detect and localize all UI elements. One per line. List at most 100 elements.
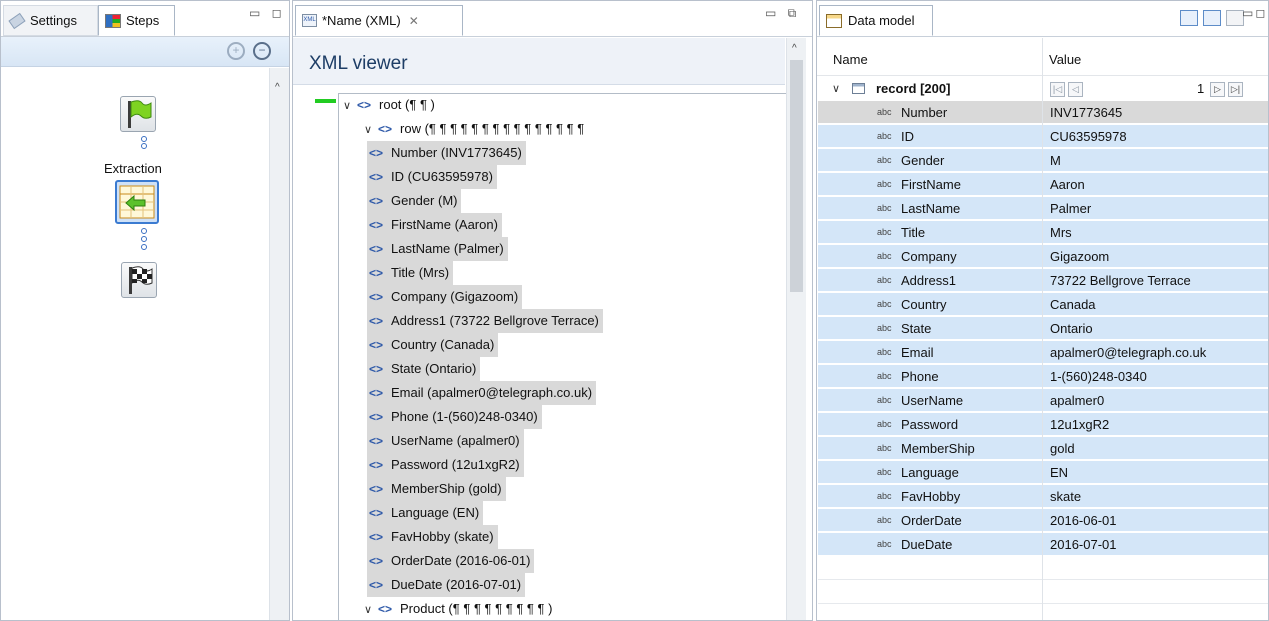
column-header-name[interactable]: Name — [833, 52, 868, 67]
close-icon[interactable]: ✕ — [409, 14, 419, 28]
last-record-icon[interactable]: ▷| — [1228, 82, 1243, 97]
field-row[interactable]: abc Company Gigazoom — [818, 245, 1268, 268]
tab-data-model[interactable]: Data model — [819, 5, 933, 36]
field-row[interactable]: abc DueDate 2016-07-01 — [818, 533, 1268, 556]
xml-tree-node[interactable]: <> Language (EN) — [367, 501, 484, 525]
xml-element-icon: <> — [369, 338, 384, 352]
xml-element-icon: <> — [369, 506, 384, 520]
chevron-down-icon[interactable]: ∨ — [343, 95, 357, 118]
next-record-icon[interactable]: ▷ — [1210, 82, 1225, 97]
xml-tree-node[interactable]: ∨ <> Product (¶ ¶ ¶ ¶ ¶ ¶ ¶ ¶ ¶ ) — [364, 597, 552, 620]
scroll-up-icon[interactable]: ^ — [275, 82, 280, 93]
scroll-thumb[interactable] — [790, 60, 803, 292]
xml-tree-node[interactable]: <> FirstName (Aaron) — [367, 213, 502, 237]
step-end[interactable] — [121, 262, 157, 298]
column-header-value[interactable]: Value — [1049, 52, 1081, 67]
xml-element-icon: <> — [369, 218, 384, 232]
field-row[interactable]: abc Address1 73722 Bellgrove Terrace — [818, 269, 1268, 292]
chevron-down-icon[interactable]: ∨ — [364, 119, 378, 142]
field-row[interactable]: abc Gender M — [818, 149, 1268, 172]
record-row[interactable]: ∨ record [200] |◁ ◁ 1 ▷ ▷| — [818, 77, 1268, 101]
string-type-icon: abc — [877, 131, 892, 141]
field-value: 2016-06-01 — [1050, 513, 1117, 528]
xml-node-selection: <> Address1 (73722 Bellgrove Terrace) — [367, 309, 603, 333]
xml-tree-node[interactable]: ∨ <> row (¶ ¶ ¶ ¶ ¶ ¶ ¶ ¶ ¶ ¶ ¶ ¶ ¶ ¶ ¶ — [364, 117, 584, 140]
tab-settings[interactable]: Settings — [3, 5, 98, 36]
minimize-maximize-controls[interactable]: ▭◻ — [1242, 6, 1267, 20]
xml-tree-node[interactable]: <> Company (Gigazoom) — [367, 285, 523, 309]
xml-tree-node[interactable]: <> OrderDate (2016-06-01) — [367, 549, 535, 573]
zoom-in-icon[interactable]: + — [227, 42, 245, 60]
xml-tree[interactable]: ∨ <> root (¶ ¶ ) ∨ <> row (¶ ¶ ¶ ¶ ¶ ¶ ¶ ¶ ¶ … — [338, 93, 788, 620]
xml-tree-node[interactable]: <> DueDate (2016-07-01) — [367, 573, 526, 597]
xml-tree-node[interactable]: <> MemberShip (gold) — [367, 477, 506, 501]
scroll-up-icon[interactable]: ^ — [792, 43, 797, 54]
xml-tree-node[interactable]: <> Gender (M) — [367, 189, 462, 213]
tab-steps[interactable]: Steps — [98, 5, 175, 36]
xml-tree-node[interactable]: <> LastName (Palmer) — [367, 237, 508, 261]
chevron-down-icon[interactable]: ∨ — [832, 77, 840, 101]
field-row[interactable]: abc MemberShip gold — [818, 437, 1268, 460]
previous-record-icon[interactable]: ◁ — [1068, 82, 1083, 97]
chevron-down-icon[interactable]: ∨ — [364, 599, 378, 620]
xml-tree-node[interactable]: <> Phone (1-(560)248-0340) — [367, 405, 542, 429]
field-row[interactable]: abc ID CU63595978 — [818, 125, 1268, 148]
xml-tree-node[interactable]: <> Password (12u1xgR2) — [367, 453, 524, 477]
field-row[interactable]: abc UserName apalmer0 — [818, 389, 1268, 412]
xml-tree-node[interactable]: <> UserName (apalmer0) — [367, 429, 524, 453]
field-row[interactable]: abc LastName Palmer — [818, 197, 1268, 220]
field-row[interactable]: abc FavHobby skate — [818, 485, 1268, 508]
xml-tree-node[interactable]: <> FavHobby (skate) — [367, 525, 498, 549]
minimize-maximize-controls[interactable]: ▭ ◻ — [249, 6, 286, 20]
xml-tree-node[interactable]: <> Address1 (73722 Bellgrove Terrace) — [367, 309, 603, 333]
empty-row — [818, 581, 1268, 604]
column-divider — [1042, 38, 1043, 620]
tab-name-xml[interactable]: XML *Name (XML) ✕ — [295, 5, 463, 36]
first-record-icon[interactable]: |◁ — [1050, 82, 1065, 97]
xml-node-selection: <> Language (EN) — [367, 501, 484, 525]
xml-tree-area: ∨ <> root (¶ ¶ ) ∨ <> row (¶ ¶ ¶ ¶ ¶ ¶ ¶ ¶ ¶ … — [293, 86, 788, 620]
xml-tree-node[interactable]: <> State (Ontario) — [367, 357, 481, 381]
xml-vertical-scrollbar[interactable]: ^ — [786, 38, 806, 620]
xml-tree-node[interactable]: <> Number (INV1773645) — [367, 141, 526, 165]
field-row[interactable]: abc OrderDate 2016-06-01 — [818, 509, 1268, 532]
xml-node-label: Address1 (73722 Bellgrove Terrace) — [391, 313, 599, 328]
page-title: XML viewer — [309, 53, 408, 74]
xml-tree-node[interactable]: <> Email (apalmer0@telegraph.co.uk) — [367, 381, 597, 405]
field-name: FavHobby — [901, 489, 961, 504]
xml-tree-node[interactable]: ∨ <> root (¶ ¶ ) — [343, 94, 435, 118]
steps-vertical-scrollbar[interactable]: ^ — [269, 68, 289, 620]
xml-editor-panel: XML *Name (XML) ✕ ▭ ⧉ XML viewer ∨ <> root… — [292, 0, 813, 621]
xml-node-selection: <> Gender (M) — [367, 189, 462, 213]
field-value: 1-(560)248-0340 — [1050, 369, 1147, 384]
xml-element-icon: <> — [369, 554, 384, 568]
string-type-icon: abc — [877, 155, 892, 165]
import-icon[interactable] — [1180, 10, 1198, 26]
minimize-restore-controls[interactable]: ▭ ⧉ — [765, 6, 800, 21]
field-row[interactable]: abc Email apalmer0@telegraph.co.uk — [818, 341, 1268, 364]
field-row[interactable]: abc Phone 1-(560)248-0340 — [818, 365, 1268, 388]
xml-tree-node[interactable]: <> Country (Canada) — [367, 333, 499, 357]
zoom-out-icon[interactable]: − — [253, 42, 271, 60]
field-row[interactable]: abc Language EN — [818, 461, 1268, 484]
field-name: Country — [901, 297, 947, 312]
field-name: MemberShip — [901, 441, 975, 456]
field-name: LastName — [901, 201, 961, 216]
xml-node-selection: <> Phone (1-(560)248-0340) — [367, 405, 542, 429]
xml-element-icon: <> — [369, 290, 384, 304]
step-extraction[interactable] — [115, 180, 159, 224]
field-row[interactable]: abc Country Canada — [818, 293, 1268, 316]
field-row[interactable]: abc Number INV1773645 — [818, 101, 1268, 124]
step-start[interactable] — [120, 96, 156, 132]
field-name: Number — [901, 105, 948, 120]
xml-tree-node[interactable]: <> Title (Mrs) — [367, 261, 454, 285]
field-row[interactable]: abc Password 12u1xgR2 — [818, 413, 1268, 436]
xml-element-icon: <> — [378, 602, 393, 616]
field-row[interactable]: abc State Ontario — [818, 317, 1268, 340]
xml-node-selection: <> DueDate (2016-07-01) — [367, 573, 526, 597]
export-icon[interactable] — [1203, 10, 1221, 26]
xml-node-label: UserName (apalmer0) — [391, 433, 520, 448]
field-row[interactable]: abc Title Mrs — [818, 221, 1268, 244]
xml-tree-node[interactable]: <> ID (CU63595978) — [367, 165, 497, 189]
field-row[interactable]: abc FirstName Aaron — [818, 173, 1268, 196]
